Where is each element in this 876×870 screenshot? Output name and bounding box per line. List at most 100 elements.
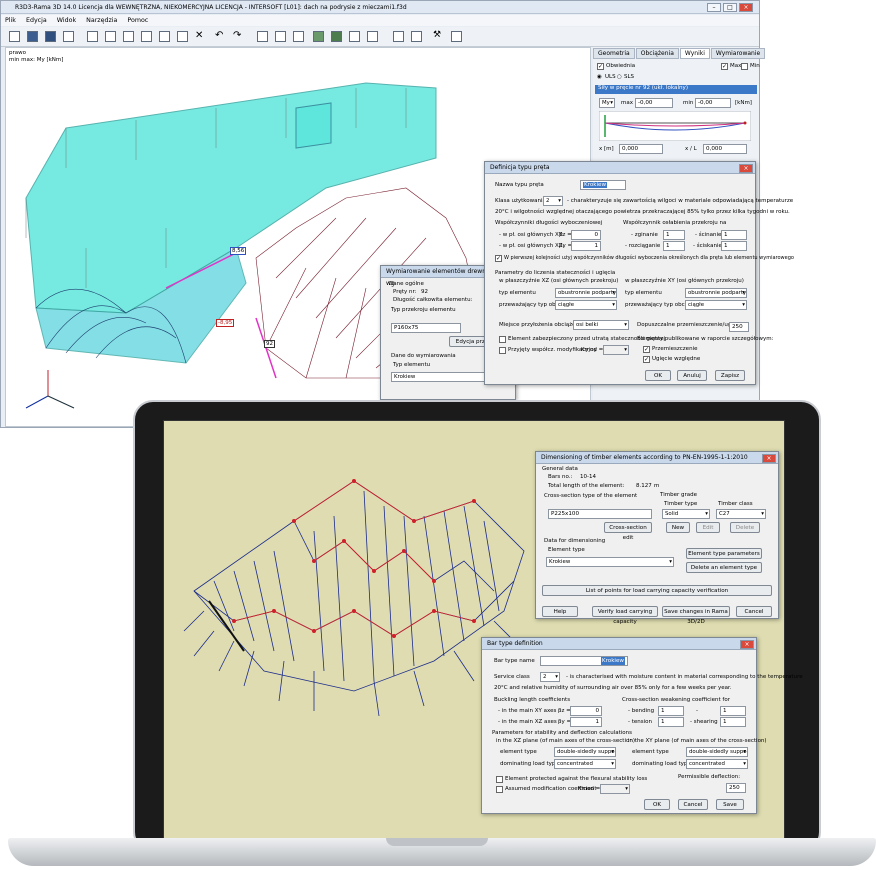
bar-by-input[interactable]: 1 xyxy=(570,717,602,727)
calc-icon[interactable] xyxy=(411,31,422,42)
undo-icon[interactable]: ↶ xyxy=(215,31,226,42)
dim-cs-input[interactable]: P225x100 xyxy=(548,509,652,519)
def-zginanie-input[interactable]: 1 xyxy=(663,230,685,240)
def-przemieszczenie-checkbox[interactable]: ✓ xyxy=(643,346,650,353)
section-icon[interactable] xyxy=(293,31,304,42)
list-icon[interactable] xyxy=(367,31,378,42)
def-scinanie-input[interactable]: 1 xyxy=(721,230,747,240)
menu-pomoc[interactable]: Pomoc xyxy=(127,17,148,24)
max-checkbox[interactable]: ✓ xyxy=(721,63,728,70)
cut-icon[interactable] xyxy=(159,31,170,42)
bar-compression-input[interactable]: 1 xyxy=(720,706,746,716)
def-rozciaganie-input[interactable]: 1 xyxy=(663,241,685,251)
print-icon[interactable] xyxy=(63,31,74,42)
force-select[interactable]: My xyxy=(599,98,615,108)
tab-wymiarowanie[interactable]: Wymiarowanie xyxy=(710,48,766,59)
dim-verify-button[interactable]: Verify load carrying capacity xyxy=(592,606,658,625)
bar-elem-type-select-xz[interactable]: double-sidedly supported xyxy=(554,747,616,757)
bar-load-select-xy[interactable]: concentrated xyxy=(686,759,748,769)
def-type-select-xy[interactable]: obustronnie podparty xyxy=(685,288,747,298)
def-dialog-close-button[interactable]: × xyxy=(739,164,753,173)
close-button[interactable]: × xyxy=(739,3,753,12)
dim-cs-edit-button[interactable]: Cross-section edit xyxy=(604,522,652,541)
new-file-icon[interactable] xyxy=(9,31,20,42)
xl-input[interactable]: 0,000 xyxy=(703,144,747,154)
delete-x-icon[interactable]: ✕ xyxy=(195,31,206,42)
dim-element-params-button[interactable]: Element type parameters xyxy=(686,548,762,559)
minimize-button[interactable]: – xyxy=(707,3,721,12)
dim-timber-class-select[interactable]: C27 xyxy=(716,509,766,519)
bar-bending-input[interactable]: 1 xyxy=(658,706,684,716)
redo-icon[interactable]: ↷ xyxy=(233,31,244,42)
bar-kmod-select[interactable] xyxy=(600,784,630,794)
dim-edit-button[interactable]: Edit xyxy=(696,522,720,533)
def-bz-input[interactable]: 0 xyxy=(571,230,601,240)
bar-ok-button[interactable]: OK xyxy=(644,799,670,810)
bar-bz-input[interactable]: 0 xyxy=(570,706,602,716)
def-first-checkbox[interactable]: ✓ xyxy=(495,255,502,262)
def-kmod-checkbox[interactable] xyxy=(499,347,506,354)
def-save-button[interactable]: Zapisz xyxy=(715,370,745,381)
def-kmod-select[interactable] xyxy=(603,345,629,355)
hinge-icon[interactable] xyxy=(177,31,188,42)
def-deflection-input[interactable]: 250 xyxy=(729,322,749,332)
bar-perm-deflection-input[interactable]: 250 xyxy=(726,783,746,793)
maximize-button[interactable]: □ xyxy=(723,3,737,12)
def-ok-button[interactable]: OK xyxy=(645,370,671,381)
bar-save-button[interactable]: Save xyxy=(716,799,744,810)
render-3d-icon[interactable] xyxy=(331,31,342,42)
def-ugiecie-checkbox[interactable]: ✓ xyxy=(643,356,650,363)
sls-radio[interactable]: ○ xyxy=(617,74,622,80)
bar-elem-type-select-xy[interactable]: double-sidedly supported xyxy=(686,747,748,757)
min-checkbox[interactable] xyxy=(741,63,748,70)
tab-wyniki[interactable]: Wyniki xyxy=(679,48,710,59)
dim-cancel-button[interactable]: Cancel xyxy=(736,606,772,617)
def-place-select[interactable]: osi belki xyxy=(573,320,629,330)
results-icon[interactable] xyxy=(349,31,360,42)
obwiednia-checkbox[interactable]: ✓ xyxy=(597,63,604,70)
report-icon[interactable] xyxy=(393,31,404,42)
table-icon[interactable] xyxy=(257,31,268,42)
dim-element-type-select[interactable]: Krokiew xyxy=(546,557,674,567)
dim-help-button[interactable]: Help xyxy=(542,606,578,617)
def-cancel-button[interactable]: Anuluj xyxy=(677,370,707,381)
bar-icon[interactable] xyxy=(123,31,134,42)
def-class-select[interactable]: 2 xyxy=(543,196,563,206)
bar-service-select[interactable]: 2 xyxy=(540,672,560,682)
menu-widok[interactable]: Widok xyxy=(57,17,76,24)
grid-icon[interactable] xyxy=(87,31,98,42)
filter-icon[interactable] xyxy=(275,31,286,42)
def-protected-checkbox[interactable] xyxy=(499,336,506,343)
dim-delete-button[interactable]: Delete xyxy=(730,522,760,533)
section-input[interactable]: P160x75 xyxy=(391,323,461,333)
def-name-input[interactable]: Krokiew xyxy=(580,180,626,190)
bar-kmod-checkbox[interactable] xyxy=(496,786,503,793)
dim-save-changes-button[interactable]: Save changes in Rama 3D/2D xyxy=(662,606,730,625)
bar-load-select-xz[interactable]: concentrated xyxy=(554,759,616,769)
def-load-select-xz[interactable]: ciągłe xyxy=(555,300,617,310)
dim-new-button[interactable]: New xyxy=(666,522,690,533)
save-icon[interactable] xyxy=(45,31,56,42)
menu-plik[interactable]: Plik xyxy=(5,17,16,24)
bar-protected-checkbox[interactable] xyxy=(496,776,503,783)
wrench-icon[interactable]: ⚒ xyxy=(433,31,444,42)
node-icon[interactable] xyxy=(105,31,116,42)
def-sciskanie-input[interactable]: 1 xyxy=(721,241,747,251)
support-icon[interactable] xyxy=(141,31,152,42)
dim-delete-element-type-button[interactable]: Delete an element type xyxy=(686,562,762,573)
bar-dialog-close-button[interactable]: × xyxy=(740,640,754,649)
view-icon[interactable] xyxy=(313,31,324,42)
bar-cancel-button[interactable]: Cancel xyxy=(678,799,708,810)
def-type-select-xz[interactable]: obustronnie podparty xyxy=(555,288,617,298)
open-file-icon[interactable] xyxy=(27,31,38,42)
dim-timber-type-select[interactable]: Solid xyxy=(662,509,710,519)
dim-points-list-button[interactable]: List of points for load carrying capacit… xyxy=(542,585,772,596)
dim-dialog-close-button[interactable]: × xyxy=(762,454,776,463)
def-load-select-xy[interactable]: ciągłe xyxy=(685,300,747,310)
bar-name-input[interactable]: Krokiew xyxy=(540,656,628,666)
bar-shearing-input[interactable]: 1 xyxy=(720,717,746,727)
menu-narzedzia[interactable]: Narzędzia xyxy=(86,17,117,24)
tab-geometria[interactable]: Geometria xyxy=(593,48,635,59)
uls-radio[interactable]: ◉ xyxy=(597,74,602,80)
calculator-icon[interactable] xyxy=(451,31,462,42)
